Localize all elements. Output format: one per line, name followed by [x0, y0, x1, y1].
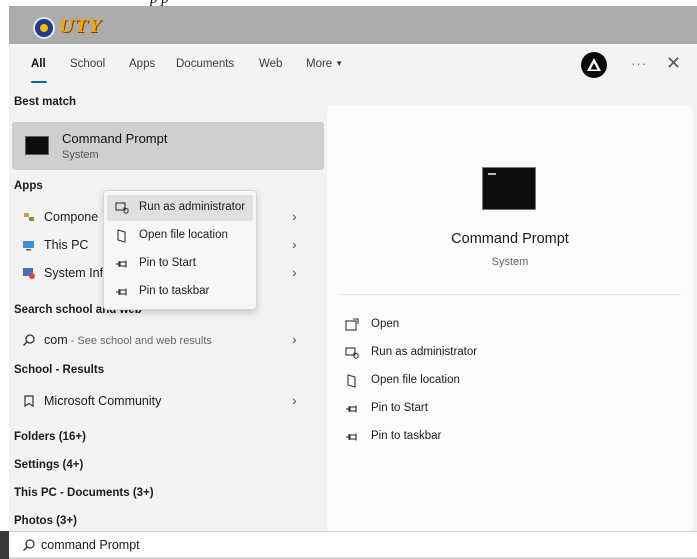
- search-box[interactable]: [9, 531, 697, 559]
- tab-school[interactable]: School: [70, 58, 105, 70]
- tab-web[interactable]: Web: [259, 58, 282, 70]
- pin-icon: [115, 257, 129, 271]
- web-search-result[interactable]: com - See school and web results ›: [12, 326, 324, 354]
- tab-all[interactable]: All: [31, 58, 46, 70]
- action-label: Pin to taskbar: [371, 430, 442, 442]
- results-pane: Best match Command Prompt System Apps Co…: [9, 90, 327, 531]
- search-icon: [22, 538, 36, 552]
- context-open-file-location[interactable]: Open file location: [107, 223, 253, 249]
- pin-icon: [345, 430, 359, 444]
- active-tab-indicator: [31, 81, 47, 83]
- divider: [339, 294, 681, 295]
- search-input[interactable]: [41, 536, 641, 554]
- search-window: All School Apps Documents Web More ▼ ··· …: [9, 44, 697, 531]
- preview-title: Command Prompt: [451, 231, 569, 247]
- context-item-label: Pin to Start: [139, 257, 196, 269]
- folder-icon: [345, 374, 359, 388]
- close-button[interactable]: ✕: [666, 53, 681, 74]
- context-pin-to-taskbar[interactable]: Pin to taskbar: [107, 279, 253, 305]
- app-item-label: Compone: [44, 210, 99, 224]
- chevron-right-icon[interactable]: ›: [292, 331, 297, 347]
- command-prompt-icon: [25, 136, 49, 155]
- pin-icon: [345, 402, 359, 416]
- open-icon: [345, 318, 359, 332]
- action-pin-to-start[interactable]: Pin to Start: [341, 397, 541, 423]
- school-results-header: School - Results: [14, 364, 105, 376]
- pin-icon: [115, 285, 129, 299]
- apps-header: Apps: [14, 180, 43, 192]
- best-match-title: Command Prompt: [62, 131, 168, 146]
- account-avatar[interactable]: [581, 52, 607, 78]
- action-open-file-location[interactable]: Open file location: [341, 369, 541, 395]
- documents-header[interactable]: This PC - Documents (3+): [14, 487, 154, 499]
- web-search-hint: - See school and web results: [67, 335, 212, 347]
- folders-header[interactable]: Folders (16+): [14, 431, 86, 443]
- school-result-label: Microsoft Community: [44, 394, 162, 408]
- more-options-button[interactable]: ···: [631, 56, 647, 71]
- chevron-right-icon[interactable]: ›: [292, 208, 297, 224]
- best-match-header: Best match: [14, 96, 76, 108]
- search-icon: [22, 333, 36, 347]
- run-as-admin-icon: [345, 346, 359, 360]
- bookmark-icon: [22, 394, 36, 408]
- web-search-label: com - See school and web results: [44, 333, 212, 347]
- tab-apps[interactable]: Apps: [129, 58, 155, 70]
- action-label: Open file location: [371, 374, 460, 386]
- tab-bar: All School Apps Documents Web More ▼ ··· …: [9, 44, 697, 90]
- settings-header[interactable]: Settings (4+): [14, 459, 83, 471]
- context-item-label: Open file location: [139, 229, 228, 241]
- run-as-admin-icon: [115, 201, 129, 215]
- tab-more[interactable]: More ▼: [306, 58, 343, 70]
- this-pc-icon: [22, 238, 36, 252]
- bottom-edge: [0, 531, 9, 559]
- photos-header[interactable]: Photos (3+): [14, 515, 77, 527]
- folder-icon: [115, 229, 129, 243]
- action-open[interactable]: Open: [341, 313, 541, 339]
- school-result-microsoft-community[interactable]: Microsoft Community ›: [12, 387, 324, 415]
- context-run-as-administrator[interactable]: Run as administrator: [107, 195, 253, 221]
- context-pin-to-start[interactable]: Pin to Start: [107, 251, 253, 277]
- context-menu: Run as administrator Open file location …: [103, 190, 257, 310]
- document-strip: p p UTY: [0, 0, 697, 44]
- component-services-icon: [22, 210, 36, 224]
- action-label: Pin to Start: [371, 402, 428, 414]
- best-match-subtitle: System: [62, 149, 99, 161]
- chevron-right-icon[interactable]: ›: [292, 236, 297, 252]
- chevron-right-icon[interactable]: ›: [292, 392, 297, 408]
- uty-logo: UTY: [33, 17, 125, 39]
- action-label: Run as administrator: [371, 346, 478, 358]
- system-info-icon: [22, 266, 36, 280]
- action-pin-to-taskbar[interactable]: Pin to taskbar: [341, 425, 541, 451]
- tab-more-label: More: [306, 58, 333, 70]
- action-run-as-administrator[interactable]: Run as administrator: [341, 341, 541, 367]
- web-search-query: com: [44, 333, 68, 347]
- logo-emblem-icon: [33, 17, 55, 39]
- context-item-label: Pin to taskbar: [139, 285, 210, 297]
- avatar-triangle-icon: [587, 58, 601, 71]
- logo-bar: UTY: [9, 6, 697, 44]
- tab-documents[interactable]: Documents: [176, 58, 234, 70]
- action-label: Open: [371, 318, 400, 330]
- preview-pane: Command Prompt System Open Run as admini…: [327, 105, 693, 531]
- left-edge: [0, 44, 9, 559]
- context-item-label: Run as administrator: [139, 201, 246, 213]
- logo-text: UTY: [59, 17, 102, 37]
- app-item-label: This PC: [44, 238, 89, 252]
- best-match-command-prompt[interactable]: Command Prompt System: [12, 122, 324, 170]
- preview-subtitle: System: [491, 256, 529, 268]
- caret-down-icon: ▼: [335, 59, 344, 68]
- chevron-right-icon[interactable]: ›: [292, 264, 297, 280]
- command-prompt-large-icon: [482, 167, 536, 210]
